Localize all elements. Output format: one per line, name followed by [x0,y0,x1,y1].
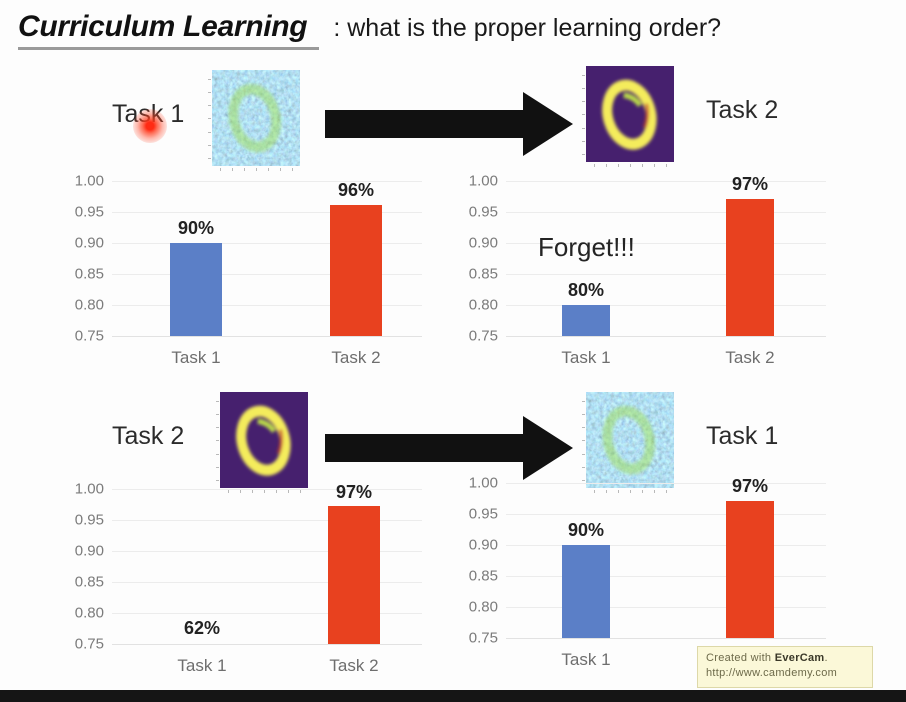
task-label-source-tl: Task 1 [112,100,185,128]
plot-area-top-left: 90% 96% Task 1 Task 2 [112,174,422,367]
watermark-period: . [824,652,828,664]
noisy-mnist-zero-image [586,392,674,488]
panel-top-left: Task 1 1.00 0.95 0.90 0.85 0.80 0.75 90%… [60,62,573,382]
watermark-url: http://www.camdemy.com [706,667,838,679]
clean-mnist-zero-image [586,66,674,162]
forget-annotation: Forget!!! [538,232,635,262]
bar-task2-bottom-left [328,506,380,644]
y-tick-label: 0.95 [74,203,104,221]
slide-canvas: Curriculum Learning : what is the proper… [0,0,906,702]
y-tick-label: 0.80 [74,604,104,622]
bar-value-task2-top-left: 96% [337,180,375,200]
watermark-created-with: Created with [706,652,775,664]
y-tick-label: 0.75 [468,629,498,647]
bar-value-task2-top-right: 97% [731,174,769,194]
y-tick-label: 1.00 [74,172,104,190]
y-tick-label: 0.90 [74,542,104,560]
x-label-task2-top-left: Task 2 [331,348,381,367]
y-tick-label: 1.00 [74,480,104,498]
bar-value-task1-bottom-right: 90% [567,520,605,540]
bar-task2-bottom-right [726,501,774,638]
y-tick-label: 0.90 [468,234,498,252]
y-tick-label: 0.80 [468,296,498,314]
x-label-task1-top-left: Task 1 [171,348,221,367]
bar-task1-bottom-right [562,545,610,638]
y-tick-label: 0.95 [468,203,498,221]
bar-value-task1-bottom-left: 62% [183,618,221,638]
task-label-target-br: Task 1 [706,422,779,450]
y-tick-label: 0.80 [468,598,498,616]
y-tick-label: 0.85 [74,265,104,283]
bar-task1-top-left [170,243,222,336]
clean-mnist-zero-image [220,392,308,488]
y-tick-label: 0.90 [74,234,104,252]
y-tick-label: 0.95 [468,505,498,523]
watermark-brand: EverCam [774,652,825,664]
x-label-task1-top-right: Task 1 [561,348,611,367]
x-label-task1-bottom-right: Task 1 [561,650,611,669]
evercam-watermark: Created with EverCam. http://www.camdemy… [697,646,873,688]
x-label-task2-bottom-left: Task 2 [329,656,379,675]
y-tick-label: 0.75 [468,327,498,345]
page-title-subtitle: : what is the proper learning order? [333,14,722,42]
page-title: Curriculum Learning : what is the proper… [18,10,888,56]
y-tick-label: 0.85 [468,265,498,283]
task-label-source-bl: Task 2 [112,422,185,450]
bar-value-task1-top-right: 80% [567,280,605,300]
y-tick-label: 0.80 [74,296,104,314]
plot-area-top-right: Forget!!! 80% 97% Task 1 Task 2 [506,174,826,367]
y-tick-label: 1.00 [468,172,498,190]
y-tick-label: 1.00 [468,474,498,492]
bar-task1-top-right [562,305,610,336]
y-tick-label: 0.85 [468,567,498,585]
y-tick-label: 0.75 [74,635,104,653]
y-tick-label: 0.90 [468,536,498,554]
noisy-mnist-zero-image [212,70,300,166]
bottom-black-bar [0,690,906,702]
panel-top-right: Task 2 1.00 0.95 0.90 0.85 0.80 0.75 For… [448,62,860,382]
chart-bottom-left: 1.00 0.95 0.90 0.85 0.80 0.75 62% 97% Ta… [60,480,430,682]
x-label-task1-bottom-left: Task 1 [177,656,227,675]
plot-area-bottom-right: 90% 97% Task 1 [506,476,826,669]
panel-bottom-left: Task 2 1.00 0.95 0.90 0.85 0.80 0.75 62%… [60,392,573,692]
bar-task2-top-right [726,199,774,336]
bar-value-task2-bottom-left: 97% [335,482,373,502]
y-tick-label: 0.75 [74,327,104,345]
watermark-line-1: Created with EverCam. [706,651,864,666]
noisy-mnist-thumbnail-tl [202,70,310,178]
task-label-target-tr: Task 2 [706,96,779,124]
bar-value-task2-bottom-right: 97% [731,476,769,496]
plot-area-bottom-left: 62% 97% Task 1 Task 2 [112,482,422,675]
clean-mnist-thumbnail-tr [576,66,684,174]
bar-value-task1-top-left: 90% [177,218,215,238]
chart-top-right: 1.00 0.95 0.90 0.85 0.80 0.75 Forget!!! … [454,172,834,379]
y-tick-label: 0.85 [74,573,104,591]
chart-top-left: 1.00 0.95 0.90 0.85 0.80 0.75 90% 96% Ta… [60,172,430,374]
y-tick-label: 0.95 [74,511,104,529]
page-title-main: Curriculum Learning [18,10,320,50]
x-label-task2-top-right: Task 2 [725,348,775,367]
bar-task2-top-left [330,205,382,336]
